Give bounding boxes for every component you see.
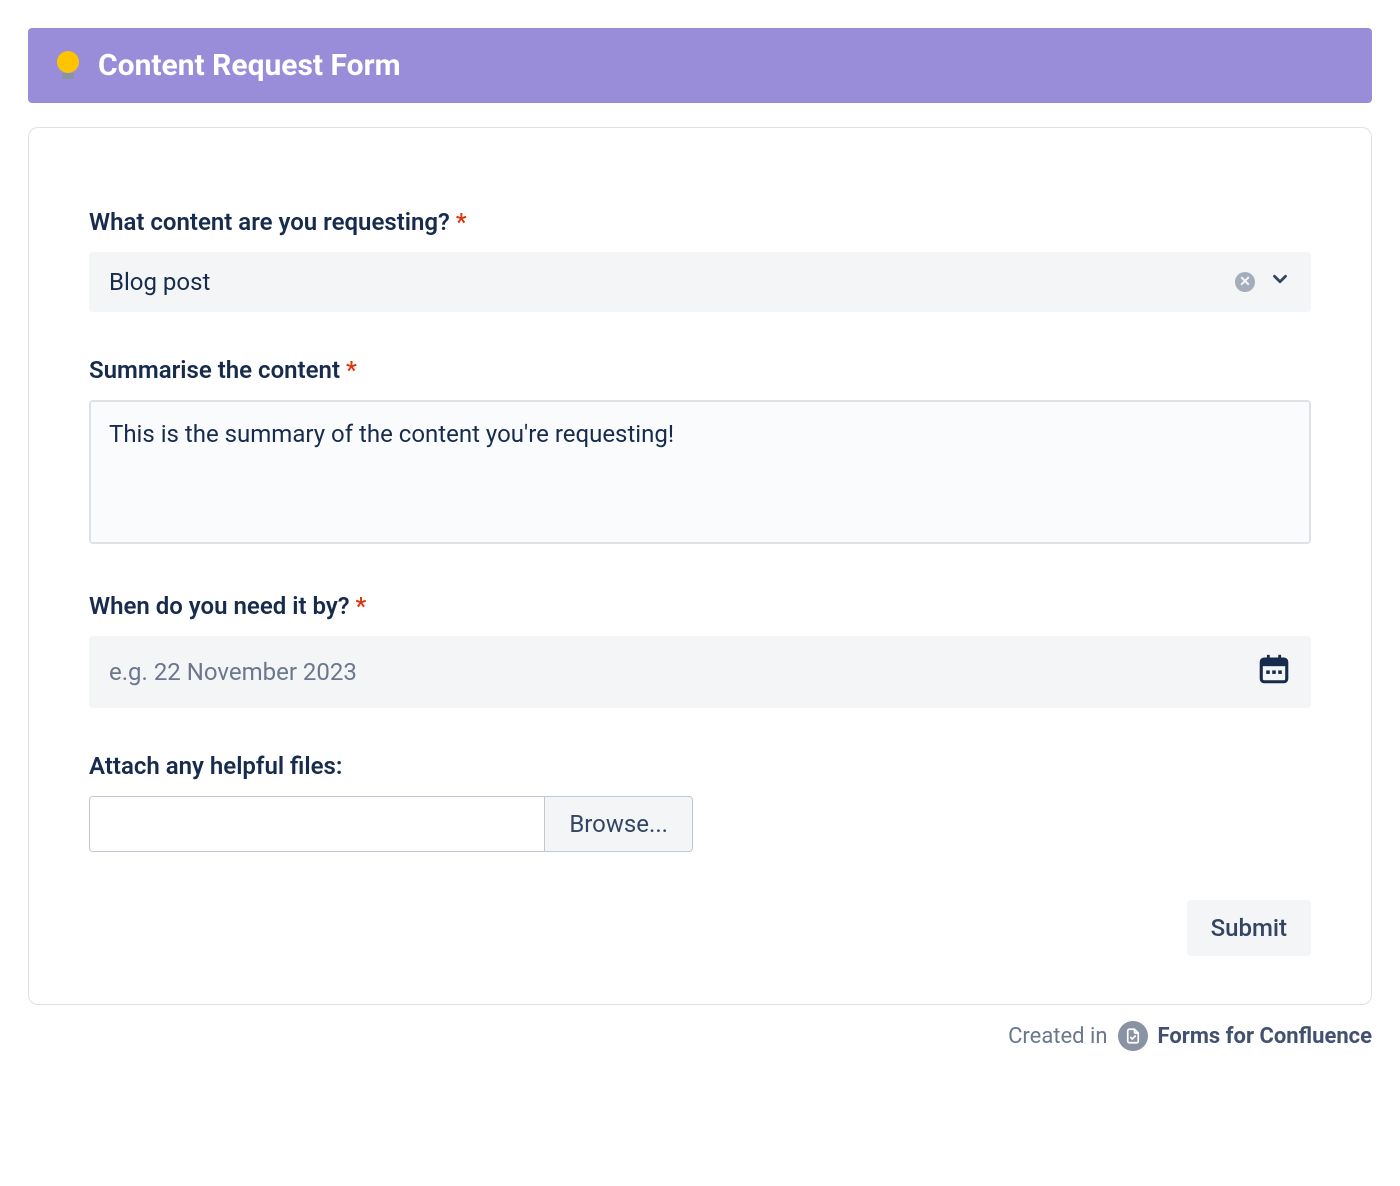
- summary-textarea[interactable]: [89, 400, 1311, 544]
- submit-row: Submit: [89, 900, 1311, 956]
- label-text: What content are you requesting?: [89, 208, 450, 236]
- required-mark: *: [456, 208, 467, 236]
- required-mark: *: [346, 356, 357, 384]
- due-date-input[interactable]: [109, 658, 1257, 686]
- label-text: Summarise the content: [89, 356, 340, 384]
- content-type-field: What content are you requesting? * Blog …: [89, 208, 1311, 312]
- summary-label: Summarise the content *: [89, 356, 1311, 384]
- form-title: Content Request Form: [98, 48, 401, 83]
- footer: Created in Forms for Confluence: [28, 1021, 1372, 1051]
- file-path-display: [89, 796, 545, 852]
- summary-field: Summarise the content *: [89, 356, 1311, 548]
- label-text: When do you need it by?: [89, 592, 350, 620]
- content-type-select[interactable]: Blog post ✕: [89, 252, 1311, 312]
- select-value: Blog post: [109, 268, 1221, 296]
- due-date-field: When do you need it by? *: [89, 592, 1311, 708]
- form-card: What content are you requesting? * Blog …: [28, 127, 1372, 1005]
- due-date-input-wrap[interactable]: [89, 636, 1311, 708]
- lightbulb-icon: [56, 51, 80, 81]
- forms-badge-icon: [1118, 1021, 1148, 1051]
- due-date-label: When do you need it by? *: [89, 592, 1311, 620]
- footer-created-in: Created in: [1008, 1024, 1107, 1049]
- required-mark: *: [356, 592, 367, 620]
- form-header: Content Request Form: [28, 28, 1372, 103]
- footer-product[interactable]: Forms for Confluence: [1158, 1024, 1372, 1049]
- submit-button[interactable]: Submit: [1187, 900, 1311, 956]
- content-type-label: What content are you requesting? *: [89, 208, 1311, 236]
- clear-selection-icon[interactable]: ✕: [1235, 272, 1255, 292]
- calendar-icon[interactable]: [1257, 652, 1291, 692]
- browse-button[interactable]: Browse...: [545, 796, 693, 852]
- attachments-label: Attach any helpful files:: [89, 752, 1311, 780]
- chevron-down-icon[interactable]: [1269, 268, 1291, 296]
- attachments-field: Attach any helpful files: Browse...: [89, 752, 1311, 852]
- file-picker: Browse...: [89, 796, 693, 852]
